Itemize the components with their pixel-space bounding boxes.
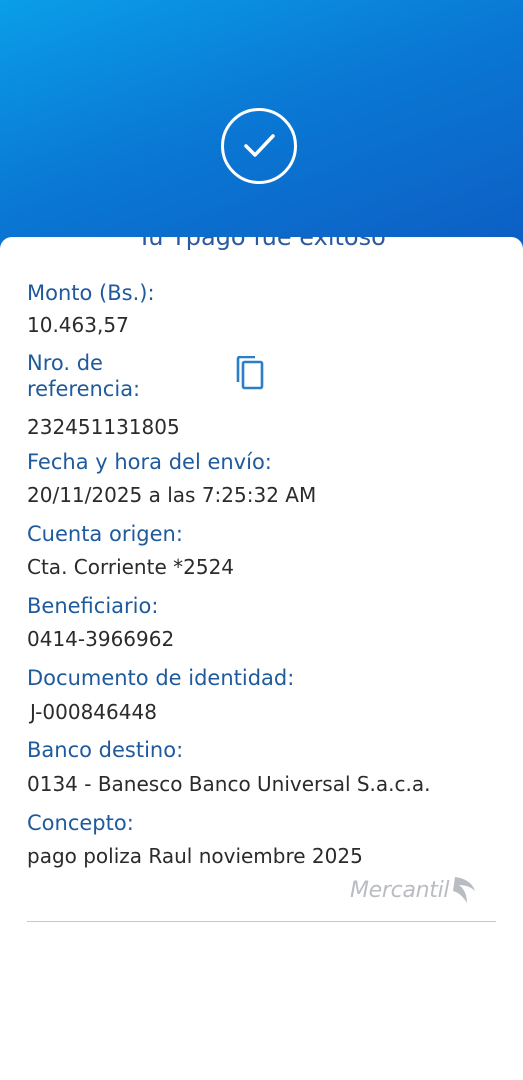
beneficiary-label: Beneficiario: <box>27 594 159 618</box>
destination-bank-value: 0134 - Banesco Banco Universal S.a.c.a. <box>27 772 431 796</box>
concept-label: Concepto: <box>27 811 134 835</box>
datetime-value: 20/11/2025 a las 7:25:32 AM <box>27 483 317 507</box>
copy-icon[interactable] <box>236 355 264 394</box>
id-document-value: J-000846448 <box>30 700 157 724</box>
divider <box>27 921 496 922</box>
source-account-value: Cta. Corriente *2524 <box>27 555 235 579</box>
brand-name: Mercantil <box>350 877 450 903</box>
success-headline: Tu Tpago fue exitoso <box>137 237 386 251</box>
reference-label: Nro. de referencia: <box>27 351 141 401</box>
amount-label: Monto (Bs.): <box>27 281 155 305</box>
success-header <box>0 0 523 270</box>
amount-value: 10.463,57 <box>27 313 129 337</box>
mercantil-logo-icon <box>453 877 476 903</box>
datetime-label: Fecha y hora del envío: <box>27 450 272 474</box>
receipt-card: Tu Tpago fue exitoso Monto (Bs.): 10.463… <box>0 237 523 1080</box>
destination-bank-label: Banco destino: <box>27 738 184 762</box>
mercantil-brand: Mercantil <box>350 870 481 910</box>
source-account-label: Cuenta origen: <box>27 522 183 546</box>
id-document-label: Documento de identidad: <box>27 666 295 690</box>
check-circle-icon <box>221 108 297 184</box>
beneficiary-value: 0414-3966962 <box>27 627 175 651</box>
concept-value: pago poliza Raul noviembre 2025 <box>27 844 363 868</box>
reference-value: 232451131805 <box>27 415 180 439</box>
